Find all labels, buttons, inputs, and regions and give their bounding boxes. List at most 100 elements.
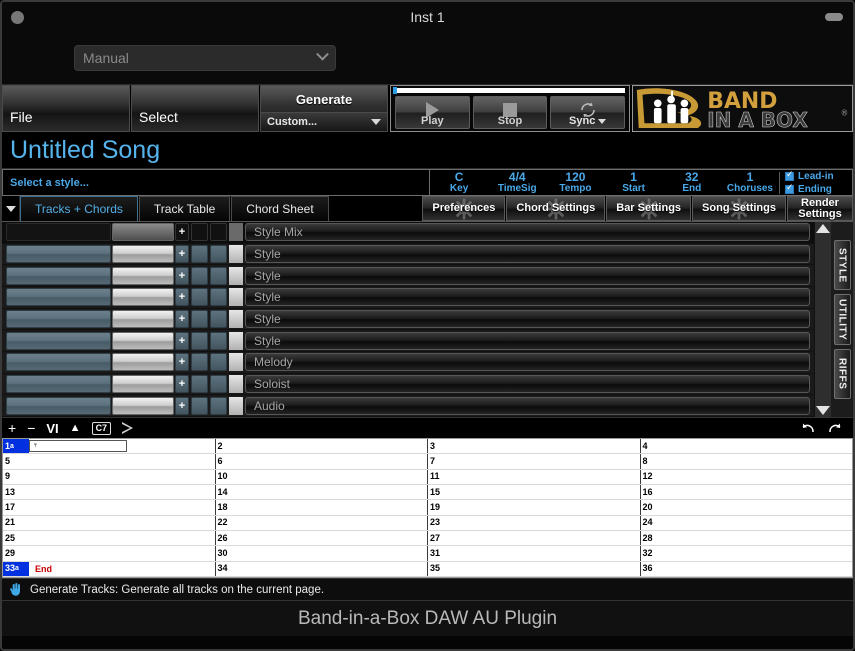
select-menu-button[interactable]: Select — [131, 85, 259, 132]
track-mute-cell[interactable] — [191, 288, 208, 307]
track-add-button[interactable]: + — [175, 310, 189, 329]
side-tab-riffs[interactable]: RIFFS — [833, 348, 851, 399]
chord-cell[interactable]: 30 — [214, 546, 428, 561]
roman-numeral-button[interactable]: VI — [46, 422, 58, 435]
chord-cell[interactable]: 32 — [639, 546, 853, 561]
track-mute-cell[interactable] — [191, 375, 208, 394]
chord-cell[interactable]: 14 — [214, 484, 428, 500]
chord-cell[interactable]: 23 — [427, 515, 640, 530]
chord-cell[interactable]: 4 — [639, 439, 853, 454]
scroll-down-arrow-icon[interactable] — [816, 406, 830, 415]
track-name-cell[interactable] — [6, 288, 111, 307]
stop-button[interactable]: Stop — [472, 96, 548, 129]
chord-cell[interactable]: 15 — [427, 484, 640, 500]
track-add-button[interactable]: + — [175, 266, 189, 285]
chord-sheet-row[interactable]: 33 a End 34 35 36 — [3, 561, 852, 577]
track-style-field[interactable]: Audio — [245, 396, 810, 415]
current-chord-chip[interactable]: C7 — [91, 421, 112, 435]
track-style-field[interactable]: Style — [245, 331, 810, 350]
chord-settings-button[interactable]: Chord Settings — [506, 196, 606, 221]
tab-tracks-chords[interactable]: Tracks + Chords — [20, 196, 138, 221]
track-meter-cell[interactable] — [112, 310, 174, 329]
track-row[interactable]: + Style — [2, 244, 814, 266]
track-row-audio[interactable]: + Audio — [2, 395, 814, 418]
chord-sheet-row[interactable]: 13 14 15 16 — [3, 484, 853, 501]
tab-track-table[interactable]: Track Table — [138, 196, 231, 221]
position-slider[interactable] — [393, 87, 625, 94]
track-add-button[interactable]: + — [175, 331, 189, 350]
track-mute-cell[interactable] — [191, 266, 208, 285]
chord-cell[interactable]: 27 — [427, 530, 640, 546]
generate-preset-dropdown[interactable]: Custom... — [261, 112, 387, 131]
chord-cell[interactable]: 33 a End — [3, 561, 215, 576]
play-button[interactable]: Play — [395, 96, 470, 129]
track-add-button[interactable]: + — [175, 288, 189, 307]
track-row[interactable]: + Style — [2, 287, 814, 309]
chord-cell[interactable]: 19 — [427, 500, 640, 515]
track-solo-cell[interactable] — [210, 310, 227, 329]
track-name-cell[interactable] — [6, 331, 111, 350]
track-solo-cell[interactable] — [210, 375, 227, 394]
info-end[interactable]: 32 End — [663, 171, 721, 194]
track-name-cell[interactable] — [6, 310, 111, 329]
info-choruses[interactable]: 1 Choruses — [721, 171, 779, 194]
chord-cell[interactable]: 5 — [3, 454, 215, 468]
track-style-field[interactable]: Style — [245, 288, 810, 307]
scroll-up-arrow-icon[interactable] — [816, 224, 830, 233]
track-row[interactable]: + Style — [2, 330, 814, 353]
info-start[interactable]: 1 Start — [605, 171, 663, 194]
track-meter-cell[interactable] — [112, 288, 174, 307]
chord-cell[interactable]: 25 — [3, 531, 215, 545]
track-solo-cell[interactable] — [210, 396, 227, 415]
side-tab-utility[interactable]: UTILITY — [833, 294, 851, 345]
transpose-up-button[interactable]: ▲ — [70, 422, 81, 434]
chord-sheet-row[interactable]: 5 6 7 8 — [3, 454, 852, 470]
track-solo-cell[interactable] — [210, 245, 227, 263]
chord-cell[interactable]: 34 — [214, 561, 428, 576]
track-solo-cell[interactable] — [210, 288, 227, 307]
track-style-field[interactable]: Melody — [245, 353, 810, 372]
play-outline-icon[interactable] — [122, 422, 134, 434]
chord-sheet-row[interactable]: 1a 𝄾 2 3 4 — [3, 439, 853, 455]
file-menu-button[interactable]: File — [2, 85, 130, 132]
chord-cell[interactable]: 7 — [427, 454, 640, 469]
track-add-button[interactable]: + — [175, 396, 189, 415]
track-add-button[interactable]: + — [175, 353, 189, 372]
track-meter-cell[interactable] — [112, 331, 174, 350]
track-row-soloist[interactable]: + Soloist — [2, 374, 814, 396]
track-style-field[interactable]: Style — [245, 266, 810, 285]
tabs-menu-button[interactable] — [2, 196, 20, 221]
chord-cell[interactable]: 20 — [639, 500, 853, 515]
style-select-field[interactable]: Select a style... — [2, 169, 430, 196]
redo-arrow-icon[interactable] — [827, 421, 843, 435]
chord-cell[interactable]: 3 — [427, 439, 640, 454]
chord-cell[interactable]: 10 — [214, 469, 428, 484]
chord-cell[interactable]: 31 — [427, 546, 640, 561]
chord-sheet-row[interactable]: 17 18 19 20 — [3, 500, 853, 516]
chord-cell[interactable]: 18 — [214, 500, 428, 515]
track-name-cell[interactable] — [6, 223, 111, 242]
chord-sheet-row[interactable]: 9 10 11 12 — [3, 469, 853, 485]
chord-entry-input[interactable]: 𝄾 — [29, 440, 127, 453]
remove-chord-button[interactable]: − — [27, 421, 35, 435]
tab-chord-sheet[interactable]: Chord Sheet — [231, 196, 329, 221]
chord-cell[interactable]: 13 — [3, 485, 215, 499]
track-mute-cell[interactable] — [191, 245, 208, 263]
chord-cell[interactable]: 17 — [3, 500, 215, 514]
track-meter-cell[interactable] — [112, 375, 174, 394]
chord-cell[interactable]: 9 — [3, 470, 215, 484]
mode-select[interactable]: Manual — [74, 45, 336, 71]
chord-cell[interactable]: 24 — [639, 515, 853, 530]
preferences-button[interactable]: Preferences — [422, 196, 506, 221]
chord-cell[interactable]: 16 — [639, 484, 853, 500]
track-meter-cell[interactable] — [112, 353, 174, 372]
chord-cell[interactable]: 12 — [639, 469, 853, 484]
chord-sheet[interactable]: 1a 𝄾 2 3 4 5 6 7 8 9 10 11 12 13 14 15 1… — [2, 438, 853, 578]
track-name-cell[interactable] — [6, 375, 111, 394]
track-solo-cell[interactable] — [210, 223, 227, 242]
song-title-bar[interactable]: Untitled Song — [2, 132, 853, 168]
chord-cell[interactable]: 1a 𝄾 — [3, 439, 215, 454]
track-name-cell[interactable] — [6, 266, 111, 285]
track-row-melody[interactable]: + Melody — [2, 352, 814, 374]
track-meter-cell[interactable] — [112, 245, 174, 263]
